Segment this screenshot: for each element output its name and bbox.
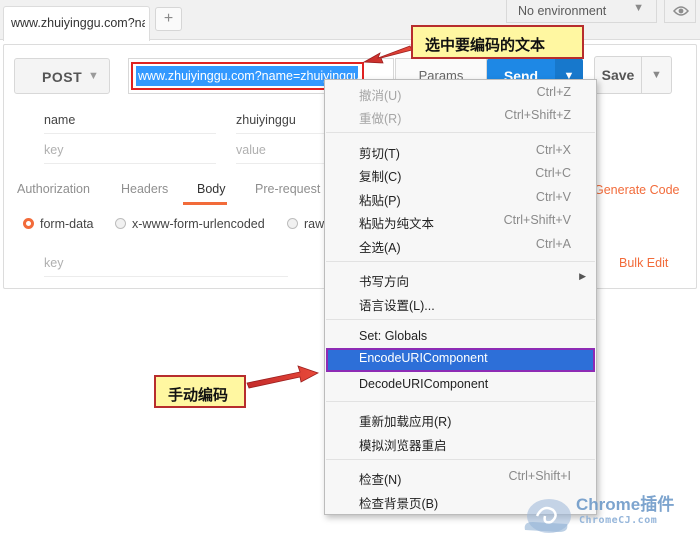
callout-text: 手动编码	[168, 387, 229, 404]
callout-text: 选中要编码的文本	[425, 37, 546, 54]
snail-logo-icon	[524, 499, 571, 533]
watermark-brand: Chrome插件	[576, 495, 675, 514]
arrow-to-url	[362, 45, 413, 64]
callout-manual-encode: 手动编码	[154, 375, 246, 408]
arrow-to-encode	[246, 365, 319, 389]
watermark-site: ChromeCJ.com	[579, 515, 658, 526]
annotation-arrows	[246, 45, 413, 389]
callout-select-text: 选中要编码的文本	[411, 25, 584, 59]
watermark: Chrome插件 ChromeCJ.com	[515, 488, 695, 540]
